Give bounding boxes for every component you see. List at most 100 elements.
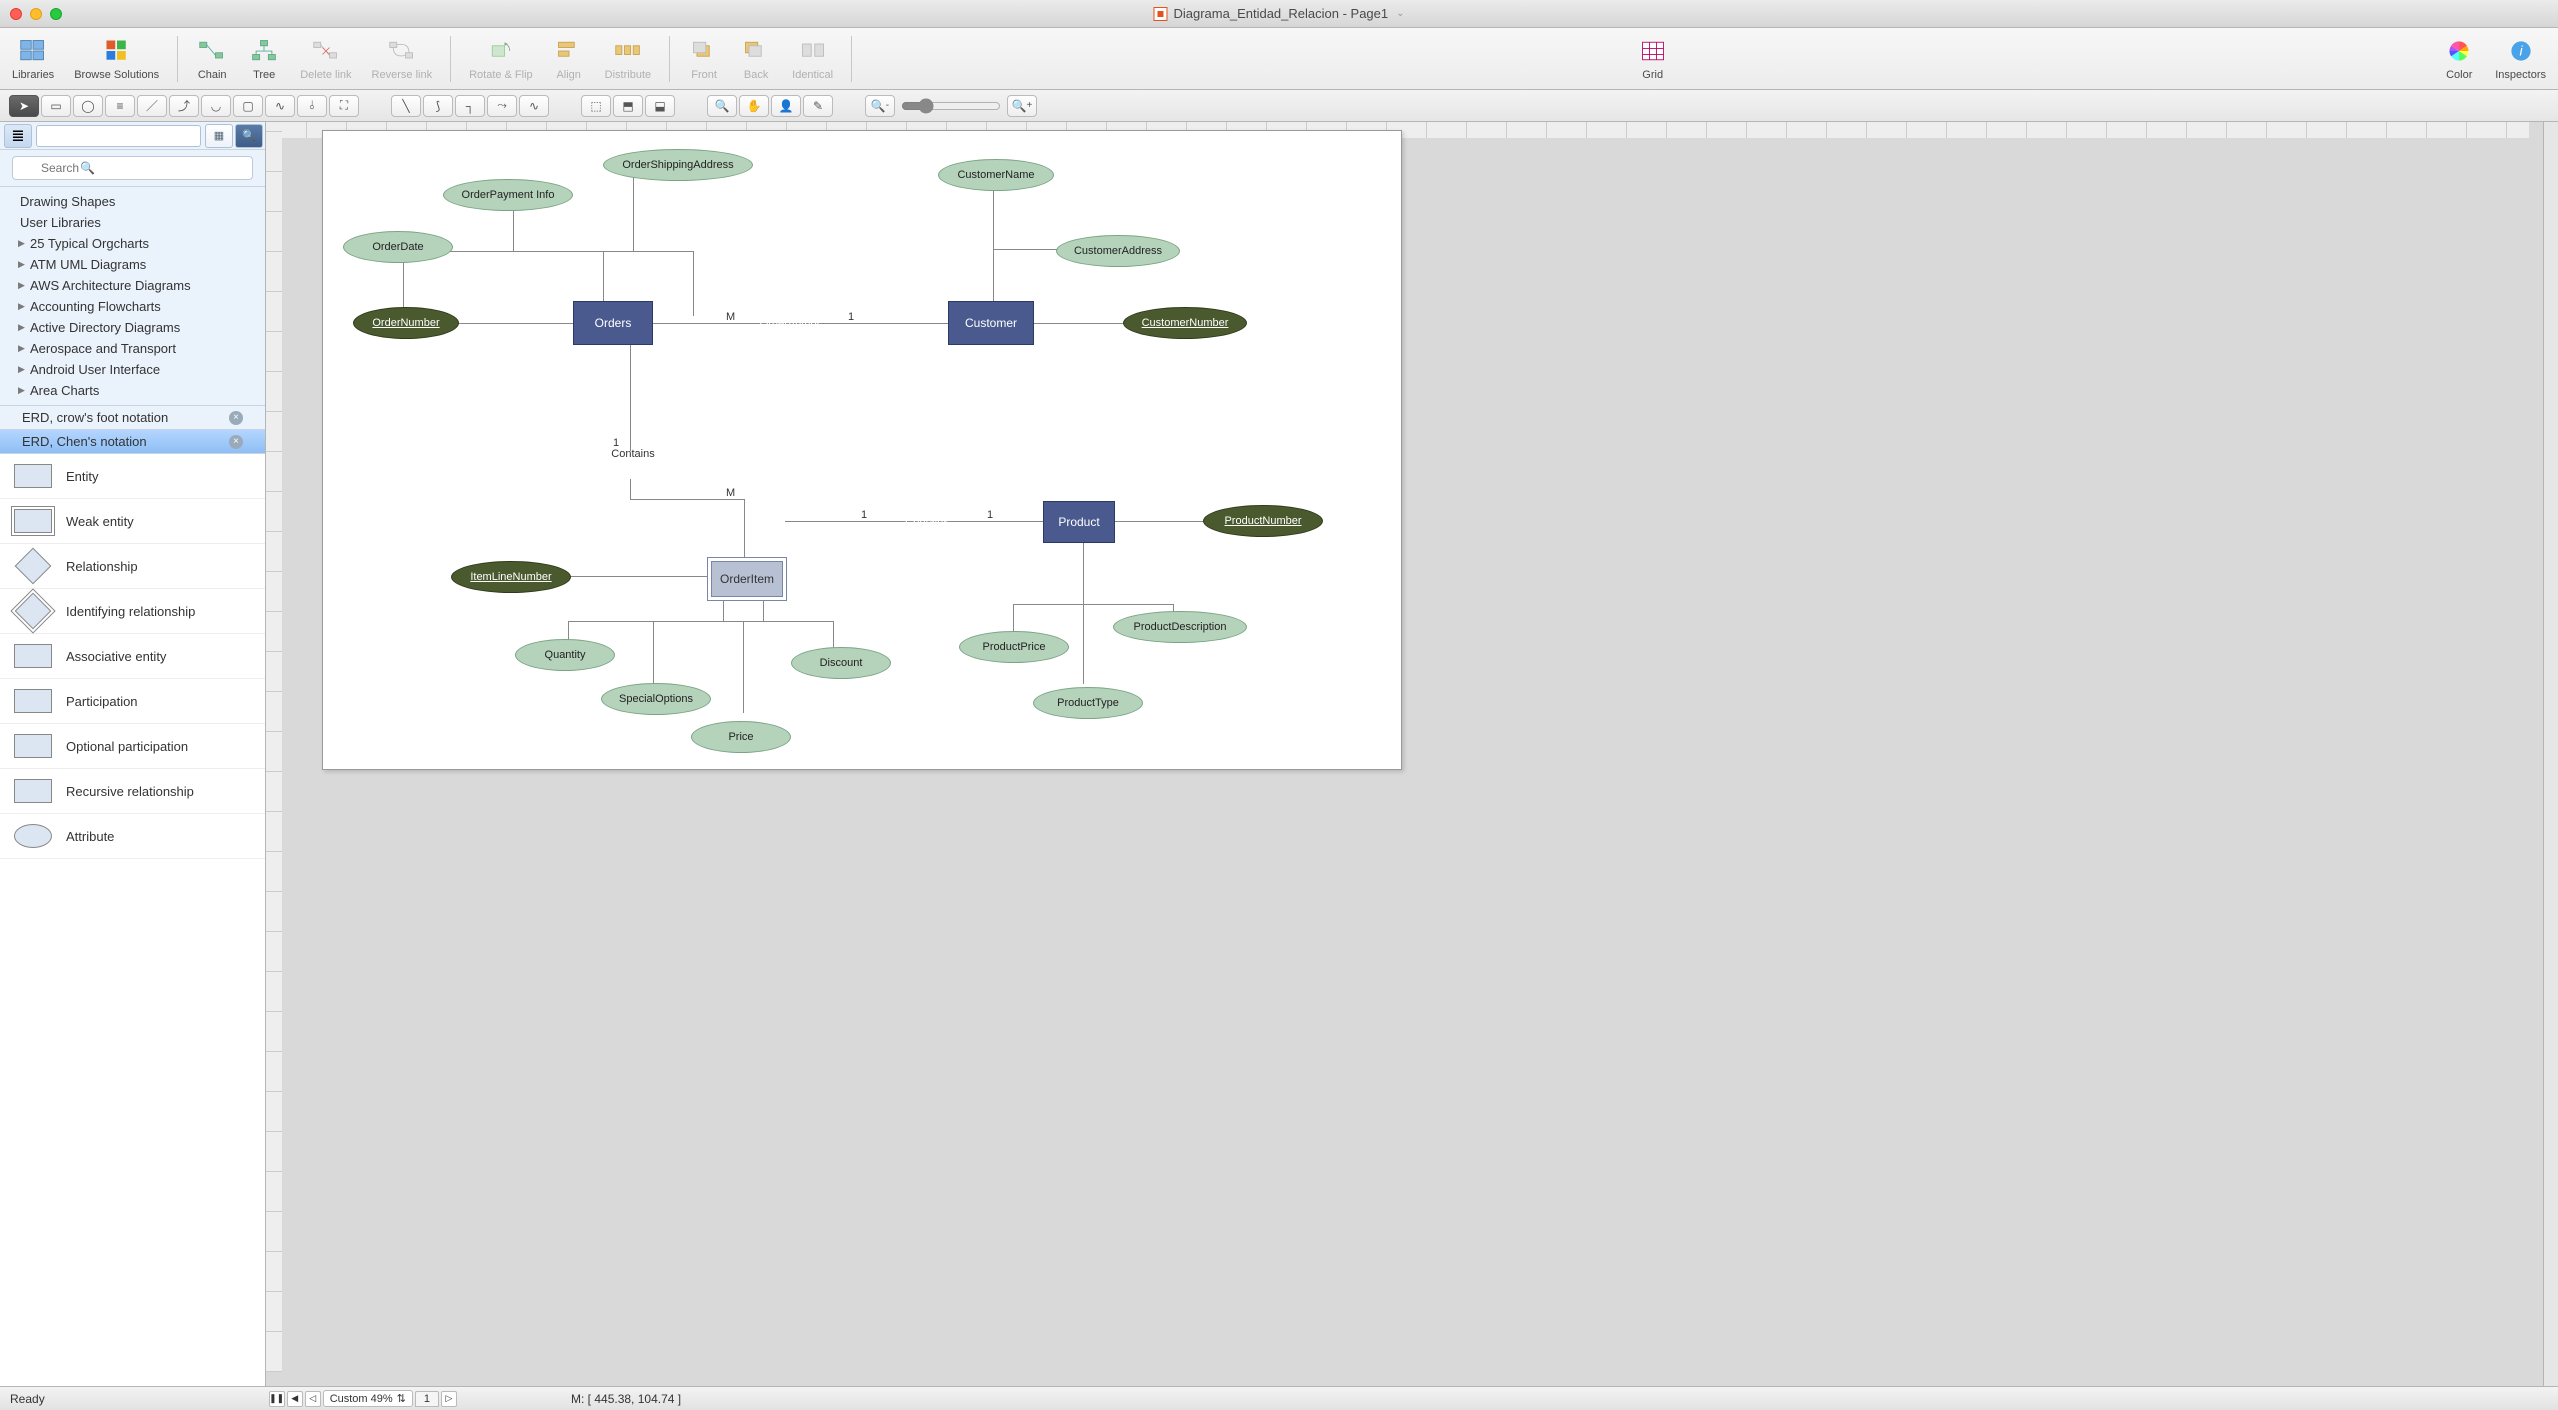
connector-smart[interactable]: ⤳ xyxy=(487,95,517,117)
tree-item[interactable]: Drawing Shapes xyxy=(0,191,265,212)
back-button[interactable]: Back xyxy=(736,35,776,83)
attr-productprice[interactable]: ProductPrice xyxy=(959,631,1069,663)
attr-producttype[interactable]: ProductType xyxy=(1033,687,1143,719)
library-combo[interactable] xyxy=(36,125,201,147)
identical-button[interactable]: Identical xyxy=(788,35,837,83)
close-icon[interactable]: × xyxy=(229,411,243,425)
chevron-down-icon[interactable]: ⌄ xyxy=(1396,8,1404,19)
tree-item[interactable]: ▶ATM UML Diagrams xyxy=(0,254,265,275)
libraries-button[interactable]: Libraries xyxy=(8,35,58,83)
bezier-tool[interactable]: ∿ xyxy=(265,95,295,117)
entity-orders[interactable]: Orders xyxy=(573,301,653,345)
smart-connector-tool[interactable]: ⤴ xyxy=(169,95,199,117)
library-tab-crow[interactable]: ERD, crow's foot notation × xyxy=(0,406,265,430)
attr-discount[interactable]: Discount xyxy=(791,647,891,679)
edit-tool[interactable]: ✎ xyxy=(803,95,833,117)
reverse-link-button[interactable]: Reverse link xyxy=(368,35,437,83)
zoom-slider[interactable] xyxy=(901,98,1001,114)
prev-page-button[interactable]: ◁ xyxy=(305,1391,321,1407)
shape-participation[interactable]: Participation xyxy=(0,679,265,724)
lock-tool[interactable]: ⬓ xyxy=(645,95,675,117)
front-button[interactable]: Front xyxy=(684,35,724,83)
scroll-pause-icon[interactable]: ❚❚ xyxy=(269,1391,285,1407)
attr-itemline[interactable]: ItemLineNumber xyxy=(451,561,571,593)
tree-item[interactable]: ▶Android User Interface xyxy=(0,359,265,380)
attr-ordernumber[interactable]: OrderNumber xyxy=(353,307,459,339)
attr-price[interactable]: Price xyxy=(691,721,791,753)
rect-tool[interactable]: ▭ xyxy=(41,95,71,117)
tree-item[interactable]: ▶Area Charts xyxy=(0,380,265,401)
rel-order-author[interactable]: OrderAuthor xyxy=(748,299,832,349)
tree-item[interactable]: ▶AWS Architecture Diagrams xyxy=(0,275,265,296)
attr-customeraddress[interactable]: CustomerAddress xyxy=(1056,235,1180,267)
group-tool[interactable]: ⬚ xyxy=(581,95,611,117)
browse-solutions-button[interactable]: Browse Solutions xyxy=(70,35,163,83)
rotate-flip-button[interactable]: Rotate & Flip xyxy=(465,35,537,83)
attr-special[interactable]: SpecialOptions xyxy=(601,683,711,715)
zoom-display[interactable]: Custom 49%⇅ xyxy=(323,1390,413,1407)
close-icon[interactable]: × xyxy=(229,435,243,449)
tree-item[interactable]: ▶Active Directory Diagrams xyxy=(0,317,265,338)
connector-direct[interactable]: ╲ xyxy=(391,95,421,117)
distribute-button[interactable]: Distribute xyxy=(601,35,655,83)
attr-quantity[interactable]: Quantity xyxy=(515,639,615,671)
page-tab[interactable]: 1 xyxy=(415,1391,439,1407)
library-tab-chen[interactable]: ERD, Chen's notation × xyxy=(0,430,265,454)
connector-spline[interactable]: ∿ xyxy=(519,95,549,117)
shape-entity[interactable]: Entity xyxy=(0,454,265,499)
entity-customer[interactable]: Customer xyxy=(948,301,1034,345)
attr-customername[interactable]: CustomerName xyxy=(938,159,1054,191)
color-button[interactable]: Color xyxy=(2439,35,2479,83)
grid-button[interactable]: Grid xyxy=(1633,35,1673,83)
align-button[interactable]: Align xyxy=(549,35,589,83)
shape-weak-entity[interactable]: Weak entity xyxy=(0,499,265,544)
zoom-out-button[interactable]: 🔍- xyxy=(865,95,895,117)
round-rect-tool[interactable]: ▢ xyxy=(233,95,263,117)
text-tool[interactable]: ≡ xyxy=(105,95,135,117)
attr-productdesc[interactable]: ProductDescription xyxy=(1113,611,1247,643)
grid-view-button[interactable]: ▦ xyxy=(205,124,233,148)
ungroup-tool[interactable]: ⬒ xyxy=(613,95,643,117)
shape-identifying[interactable]: Identifying relationship xyxy=(0,589,265,634)
delete-link-button[interactable]: Delete link xyxy=(296,35,355,83)
rel-contains-2[interactable]: Contains xyxy=(885,497,969,547)
attr-customernumber[interactable]: CustomerNumber xyxy=(1123,307,1247,339)
zoom-tool[interactable]: 🔍 xyxy=(707,95,737,117)
line-tool[interactable]: ／ xyxy=(137,95,167,117)
polyline-tool[interactable]: ⫰ xyxy=(297,95,327,117)
attr-orderpayment[interactable]: OrderPayment Info xyxy=(443,179,573,211)
connector-ortho[interactable]: ┐ xyxy=(455,95,485,117)
canvas-area[interactable]: M 1 1 M 1 1 Orders Customer Product Orde… xyxy=(266,122,2543,1386)
shape-recursive[interactable]: Recursive relationship xyxy=(0,769,265,814)
attr-orderdate[interactable]: OrderDate xyxy=(343,231,453,263)
attr-productnumber[interactable]: ProductNumber xyxy=(1203,505,1323,537)
zoom-in-button[interactable]: 🔍+ xyxy=(1007,95,1037,117)
rel-contains-1[interactable]: Contains xyxy=(591,429,675,479)
pointer-tool[interactable]: ➤ xyxy=(9,95,39,117)
first-page-button[interactable]: ◀ xyxy=(287,1391,303,1407)
canvas-page[interactable]: M 1 1 M 1 1 Orders Customer Product Orde… xyxy=(322,130,1402,770)
connector-curved[interactable]: ⟆ xyxy=(423,95,453,117)
shape-attribute[interactable]: Attribute xyxy=(0,814,265,859)
tree-item[interactable]: ▶25 Typical Orgcharts xyxy=(0,233,265,254)
inspector-strip[interactable] xyxy=(2543,122,2558,1386)
close-window-button[interactable] xyxy=(10,8,22,20)
minimize-window-button[interactable] xyxy=(30,8,42,20)
entity-orderitem[interactable]: OrderItem xyxy=(711,561,783,597)
shape-assoc[interactable]: Associative entity xyxy=(0,634,265,679)
zoom-window-button[interactable] xyxy=(50,8,62,20)
shape-optional[interactable]: Optional participation xyxy=(0,724,265,769)
ellipse-tool[interactable]: ◯ xyxy=(73,95,103,117)
eyedropper-tool[interactable]: 👤 xyxy=(771,95,801,117)
inspectors-button[interactable]: i Inspectors xyxy=(2491,35,2550,83)
search-input[interactable] xyxy=(12,156,253,180)
sidebar-mode-toggle[interactable]: ≣ xyxy=(4,124,32,148)
entity-product[interactable]: Product xyxy=(1043,501,1115,543)
next-page-button[interactable]: ▷ xyxy=(441,1391,457,1407)
chain-button[interactable]: Chain xyxy=(192,35,232,83)
arc-tool[interactable]: ◡ xyxy=(201,95,231,117)
tree-item[interactable]: ▶Aerospace and Transport xyxy=(0,338,265,359)
tree-item[interactable]: ▶Accounting Flowcharts xyxy=(0,296,265,317)
search-view-button[interactable]: 🔍 xyxy=(235,124,263,148)
pan-tool[interactable]: ✋ xyxy=(739,95,769,117)
